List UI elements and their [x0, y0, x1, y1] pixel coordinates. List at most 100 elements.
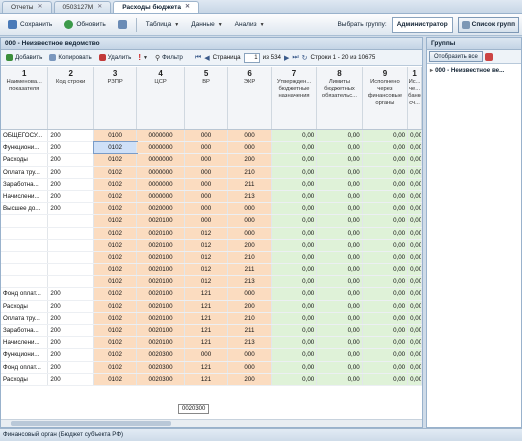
- data-menu[interactable]: Данные ▼: [186, 17, 227, 33]
- table-cell[interactable]: 0,00: [317, 288, 363, 300]
- table-cell[interactable]: 0,00: [271, 166, 318, 178]
- table-cell[interactable]: 0,00: [317, 337, 363, 349]
- table-cell[interactable]: 0,00: [408, 142, 422, 154]
- table-cell[interactable]: 0,00: [362, 154, 409, 166]
- table-cell[interactable]: 0020000: [137, 203, 185, 215]
- col-header[interactable]: 9 Исполнено через финансовые органы: [363, 67, 409, 129]
- table-cell[interactable]: [48, 215, 94, 227]
- table-cell[interactable]: 0,00: [317, 142, 363, 154]
- table-cell[interactable]: 0,00: [408, 349, 422, 361]
- table-cell[interactable]: 0020100: [137, 325, 185, 337]
- table-cell[interactable]: 200: [48, 373, 94, 385]
- add-button[interactable]: Добавить: [3, 54, 45, 61]
- group-list-button[interactable]: Список групп: [457, 16, 519, 33]
- table-cell[interactable]: 000: [184, 142, 229, 154]
- table-cell[interactable]: 000: [228, 130, 272, 142]
- table-cell[interactable]: 0,00: [362, 190, 409, 203]
- table-cell[interactable]: 0000000: [137, 130, 185, 142]
- table-row[interactable]: ОБЩЕГОСУ... 200 0100 0000000 000 000 0,00 0,00 0…: [1, 130, 422, 143]
- table-cell[interactable]: 0,00: [408, 288, 422, 300]
- col-header[interactable]: 7 Утвержден... бюджетные назначения: [272, 67, 318, 129]
- table-cell[interactable]: Начислени...: [1, 337, 49, 349]
- table-cell[interactable]: 0,00: [362, 373, 409, 385]
- table-cell[interactable]: Расходы: [1, 373, 49, 385]
- table-cell[interactable]: 0020100: [137, 227, 185, 239]
- table-cell[interactable]: 200: [48, 154, 94, 166]
- table-cell[interactable]: [1, 239, 49, 251]
- table-cell[interactable]: 121: [184, 325, 229, 337]
- table-cell[interactable]: Фонд оплат...: [1, 288, 49, 300]
- tab-budget-expenses[interactable]: Расходы бюджета ✕: [113, 1, 199, 13]
- table-cell[interactable]: 210: [228, 166, 272, 178]
- table-cell[interactable]: [1, 215, 49, 227]
- table-cell[interactable]: 0,00: [362, 264, 409, 276]
- table-row[interactable]: Оплата тру... 200 0102 0000000 000 210 0,00 0,0…: [1, 166, 422, 179]
- table-cell[interactable]: 0,00: [362, 166, 409, 178]
- table-cell[interactable]: 0,00: [362, 251, 409, 264]
- table-cell[interactable]: Начислени...: [1, 190, 49, 203]
- table-cell[interactable]: 0,00: [408, 264, 422, 276]
- table-cell[interactable]: 0020100: [137, 215, 185, 227]
- col-header[interactable]: 4 ЦСР: [137, 67, 185, 129]
- table-cell[interactable]: 0,00: [362, 239, 409, 251]
- table-cell[interactable]: 0,00: [362, 288, 409, 300]
- table-cell[interactable]: 0,00: [408, 300, 422, 312]
- table-cell[interactable]: [1, 251, 49, 264]
- table-cell[interactable]: 0,00: [408, 325, 422, 337]
- table-cell[interactable]: 0020100: [137, 300, 185, 312]
- table-cell[interactable]: 0,00: [317, 203, 363, 215]
- table-cell[interactable]: 0102: [92, 141, 139, 155]
- table-row[interactable]: Начислени... 200 0102 0000000 000 213 0,00 0,00…: [1, 190, 422, 204]
- table-cell[interactable]: 0102: [93, 288, 138, 300]
- tab-reports[interactable]: Отчеты ✕: [2, 1, 52, 13]
- clear-filter-icon[interactable]: [484, 52, 493, 61]
- table-cell[interactable]: Расходы: [1, 154, 49, 166]
- table-cell[interactable]: 0020100: [137, 239, 185, 251]
- table-cell[interactable]: 000: [184, 130, 229, 142]
- table-cell[interactable]: 0,00: [271, 239, 318, 251]
- table-cell[interactable]: 210: [228, 251, 272, 264]
- table-cell[interactable]: 0,00: [408, 361, 422, 373]
- table-cell[interactable]: 0,00: [362, 227, 409, 239]
- table-row[interactable]: Высшее до... 200 0102 0020000 000 000 0,00 0,00…: [1, 203, 422, 216]
- table-cell[interactable]: 0020100: [137, 251, 185, 264]
- table-cell[interactable]: [1, 264, 49, 276]
- table-cell[interactable]: 0,00: [271, 276, 318, 288]
- tree-item[interactable]: ▸ 000 - Неизвестное ве...: [427, 64, 521, 77]
- table-cell[interactable]: 000: [228, 227, 272, 239]
- table-cell[interactable]: 000: [228, 361, 272, 373]
- table-cell[interactable]: 0,00: [317, 349, 363, 361]
- table-row[interactable]: Функциони... 200 0102 0020300 000 000 0,00 0,00…: [1, 349, 422, 362]
- table-cell[interactable]: 0102: [93, 251, 138, 264]
- table-cell[interactable]: [48, 264, 94, 276]
- prev-page-icon[interactable]: ◀: [204, 54, 209, 62]
- table-cell[interactable]: Оплата тру...: [1, 312, 49, 324]
- table-cell[interactable]: 200: [228, 239, 272, 251]
- table-cell[interactable]: 012: [184, 264, 229, 276]
- table-cell[interactable]: Расходы: [1, 300, 49, 312]
- table-cell[interactable]: 121: [184, 300, 229, 312]
- table-cell[interactable]: 0,00: [271, 154, 318, 166]
- scrollbar-thumb[interactable]: [11, 421, 171, 426]
- table-cell[interactable]: 200: [228, 300, 272, 312]
- table-cell[interactable]: 000: [228, 203, 272, 215]
- table-cell[interactable]: 0,00: [362, 300, 409, 312]
- table-cell[interactable]: 0,00: [271, 227, 318, 239]
- table-cell[interactable]: 0000000: [137, 178, 185, 190]
- copy-button[interactable]: Копировать: [46, 54, 94, 61]
- analysis-menu[interactable]: Анализ ▼: [230, 17, 270, 33]
- table-cell[interactable]: 0100: [93, 130, 138, 142]
- table-cell[interactable]: 200: [48, 203, 94, 215]
- table-cell[interactable]: 0,00: [317, 227, 363, 239]
- table-cell[interactable]: 0000000: [137, 190, 185, 203]
- table-cell[interactable]: 200: [48, 288, 94, 300]
- table-cell[interactable]: 0,00: [362, 361, 409, 373]
- table-cell[interactable]: 121: [184, 312, 229, 324]
- table-row[interactable]: 0102 0020100 012 211 0,00 0,00 0,00 0,00: [1, 264, 422, 277]
- table-row[interactable]: 0102 0020100 000 000 0,00 0,00 0,00 0,00: [1, 215, 422, 228]
- table-cell[interactable]: 0,00: [362, 337, 409, 349]
- table-cell[interactable]: 200: [48, 300, 94, 312]
- page-input[interactable]: 1: [243, 52, 260, 63]
- table-cell[interactable]: 0,00: [271, 130, 318, 142]
- table-cell[interactable]: 012: [184, 276, 229, 288]
